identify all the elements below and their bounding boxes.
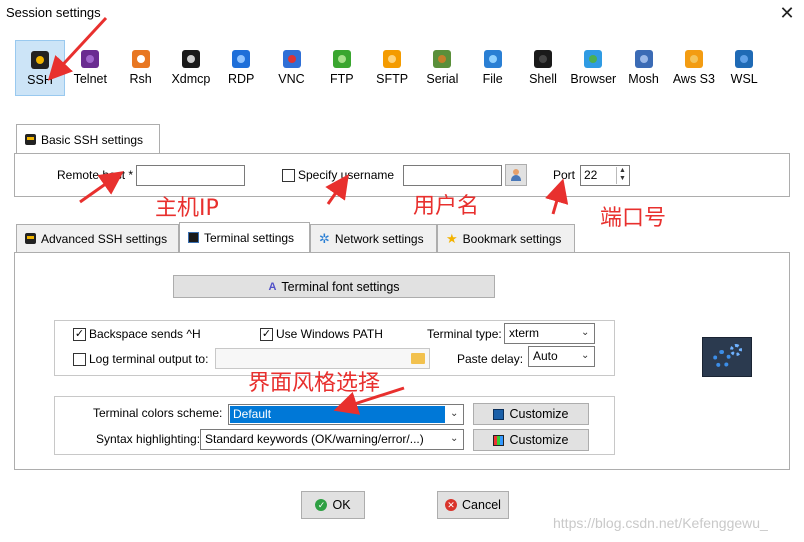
watermark: https://blog.csdn.net/Kefenggewu_ xyxy=(553,515,768,531)
arrow-to-remote-host xyxy=(79,171,124,204)
arrow-to-ssh xyxy=(47,16,108,81)
annotation-arrows xyxy=(47,16,569,415)
arrow-to-port xyxy=(545,178,569,215)
arrow-to-username xyxy=(325,174,349,205)
arrow-to-scheme xyxy=(333,386,405,415)
